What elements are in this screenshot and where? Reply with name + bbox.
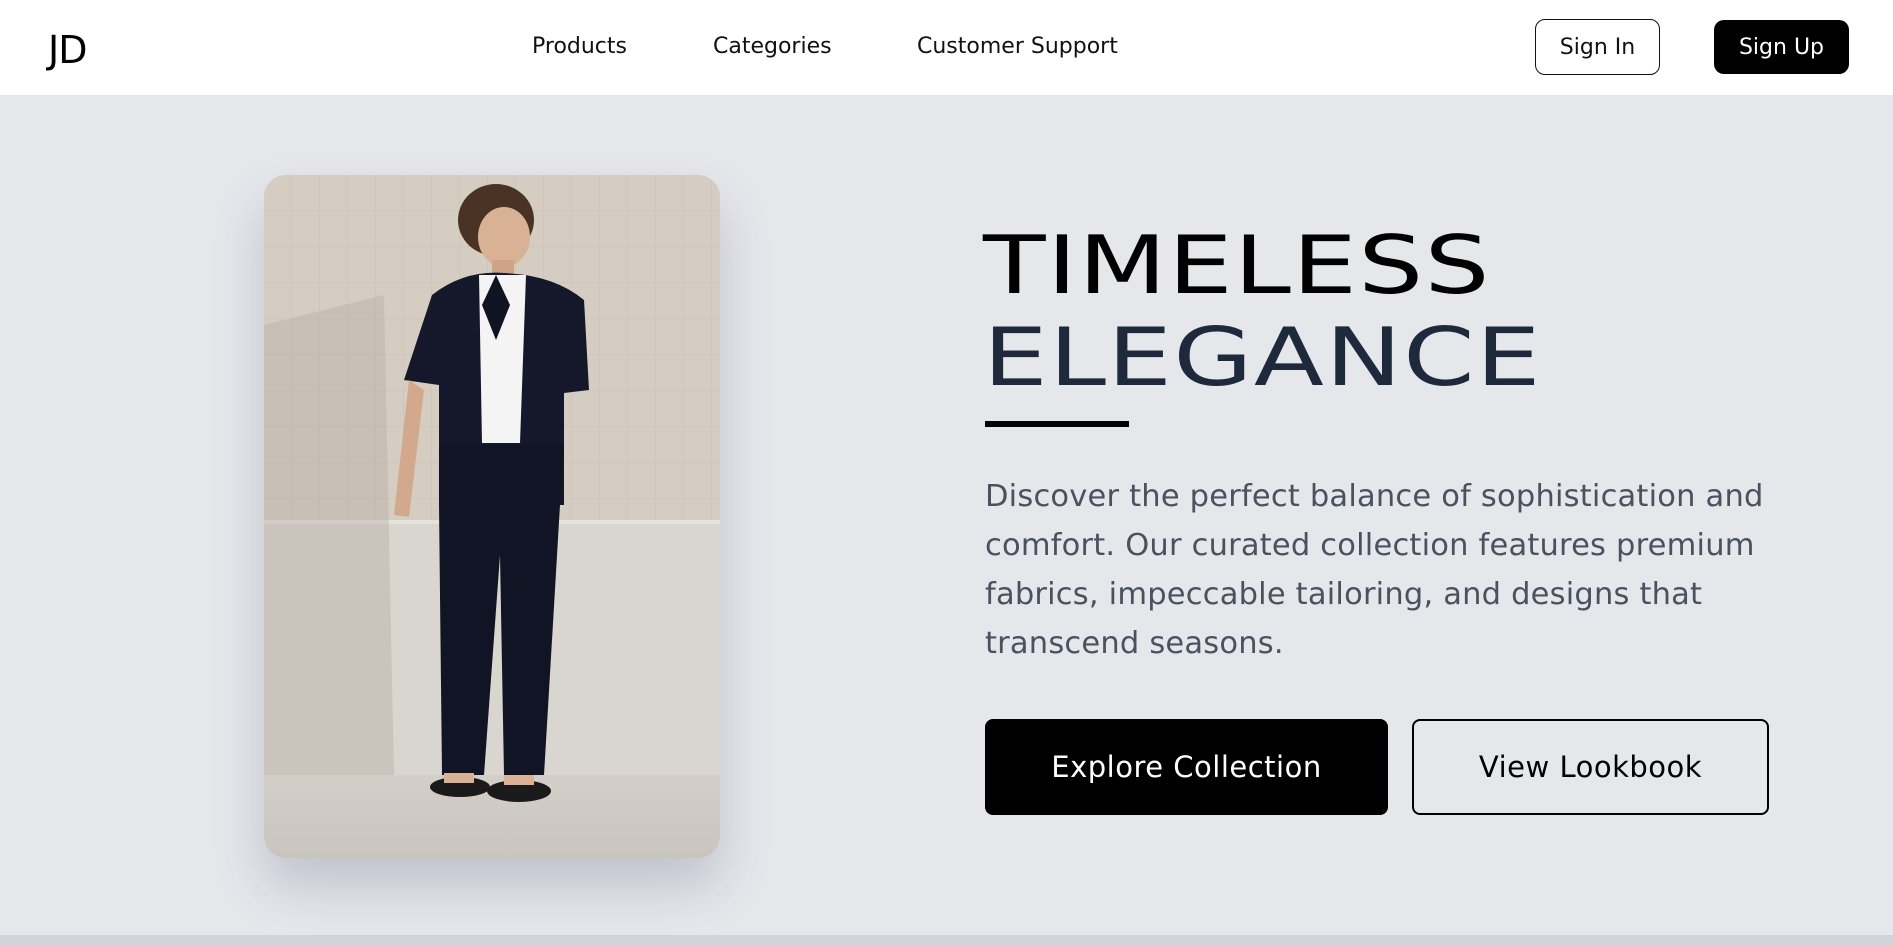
sign-in-button[interactable]: Sign In: [1535, 19, 1660, 75]
hero-title-line-2: ELEGANCE: [983, 311, 1542, 404]
explore-collection-button[interactable]: Explore Collection: [985, 719, 1388, 815]
model-photo-illustration: [264, 175, 720, 858]
hero-model-image: [264, 175, 720, 858]
view-lookbook-button[interactable]: View Lookbook: [1412, 719, 1769, 815]
hero-description-line: Discover the perfect balance of sophisti…: [985, 479, 1764, 514]
next-section-edge: [0, 935, 1893, 945]
hero-description-line: fabrics, impeccable tailoring, and desig…: [985, 577, 1703, 612]
hero-title-line-1: TIMELESS: [983, 219, 1491, 312]
hero-description-line: comfort. Our curated collection features…: [985, 528, 1755, 563]
hero-description-line: transcend seasons.: [985, 626, 1284, 661]
sign-up-button[interactable]: Sign Up: [1714, 20, 1849, 74]
hero-description: Discover the perfect balance of sophisti…: [985, 472, 1785, 668]
nav-link-categories[interactable]: Categories: [713, 30, 832, 64]
site-header: JD Products Categories Customer Support …: [0, 0, 1893, 95]
nav-link-customer-support[interactable]: Customer Support: [917, 30, 1118, 64]
nav-link-products[interactable]: Products: [532, 30, 627, 64]
title-divider: [985, 421, 1129, 427]
